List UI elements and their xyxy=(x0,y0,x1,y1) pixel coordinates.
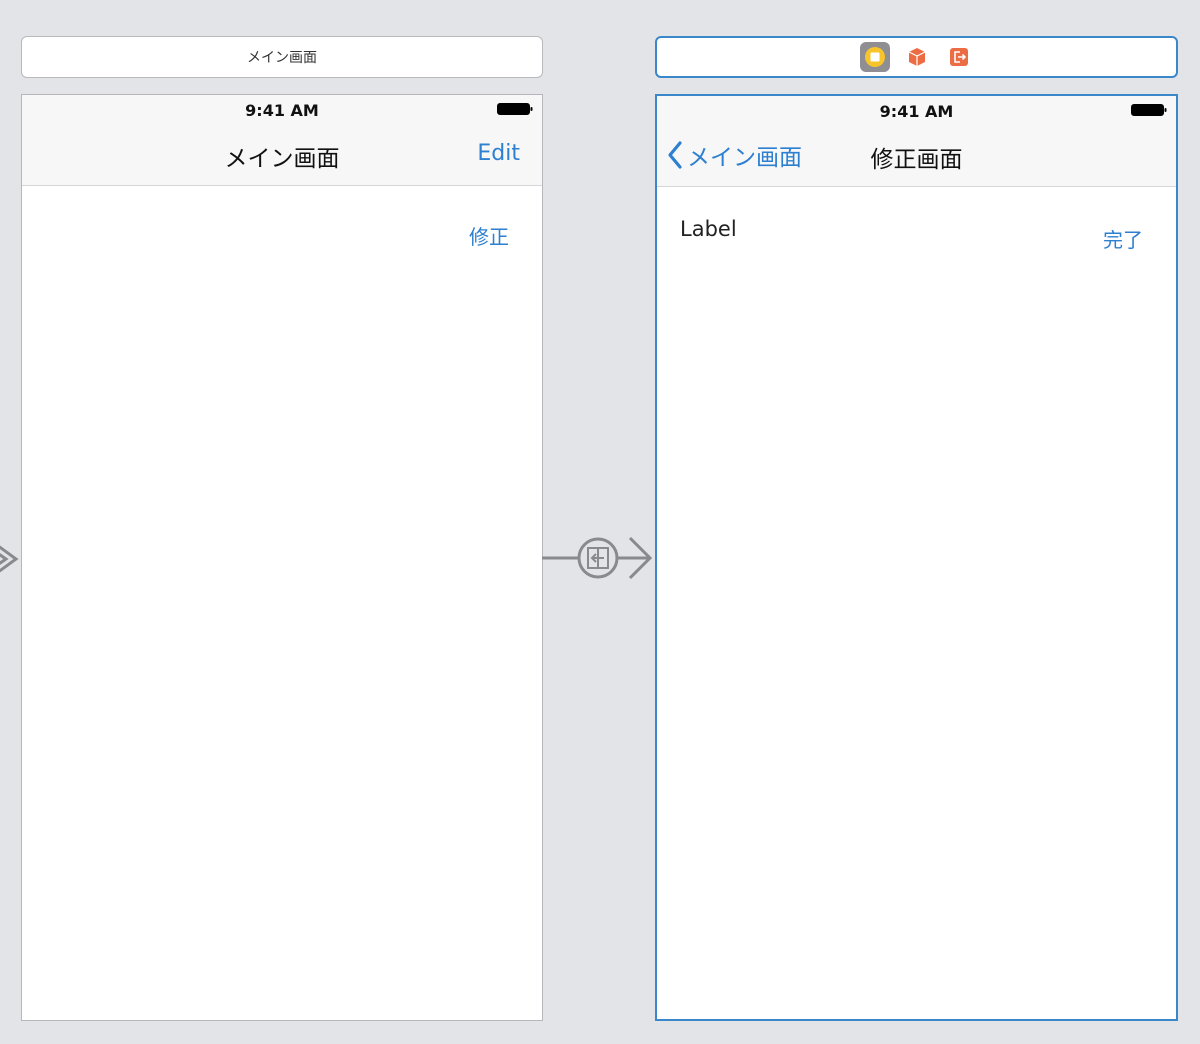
nav-title: メイン画面 xyxy=(224,146,340,172)
modify-button[interactable]: 修正 xyxy=(469,221,509,250)
main-scene-title: メイン画面 xyxy=(247,50,317,66)
battery-icon xyxy=(497,103,533,115)
text-label: Label xyxy=(680,217,737,241)
main-scene-device[interactable]: 9:41 AM メイン画面 Edit 修正 xyxy=(21,94,543,1021)
segue-arrow-icon[interactable] xyxy=(540,530,660,590)
first-responder-icon[interactable] xyxy=(902,42,932,72)
status-time: 9:41 AM xyxy=(245,101,319,120)
status-time: 9:41 AM xyxy=(879,102,954,121)
edit-scene-bar[interactable] xyxy=(655,36,1178,78)
main-navigation-bar: 9:41 AM メイン画面 Edit xyxy=(22,95,542,186)
scene-dock xyxy=(859,42,974,72)
edit-button[interactable]: Edit xyxy=(477,141,520,166)
exit-icon[interactable] xyxy=(944,42,974,72)
nav-title: 修正画面 xyxy=(870,147,963,173)
done-button[interactable]: 完了 xyxy=(1103,224,1143,253)
view-controller-icon[interactable] xyxy=(859,42,890,72)
main-scene-bar[interactable]: メイン画面 xyxy=(21,36,543,78)
edit-navigation-bar: 9:41 AM メイン画面 修正画面 xyxy=(657,96,1176,187)
battery-icon xyxy=(1131,104,1167,116)
edit-scene-device[interactable]: 9:41 AM メイン画面 修正画面 Label 完了 xyxy=(655,94,1178,1021)
